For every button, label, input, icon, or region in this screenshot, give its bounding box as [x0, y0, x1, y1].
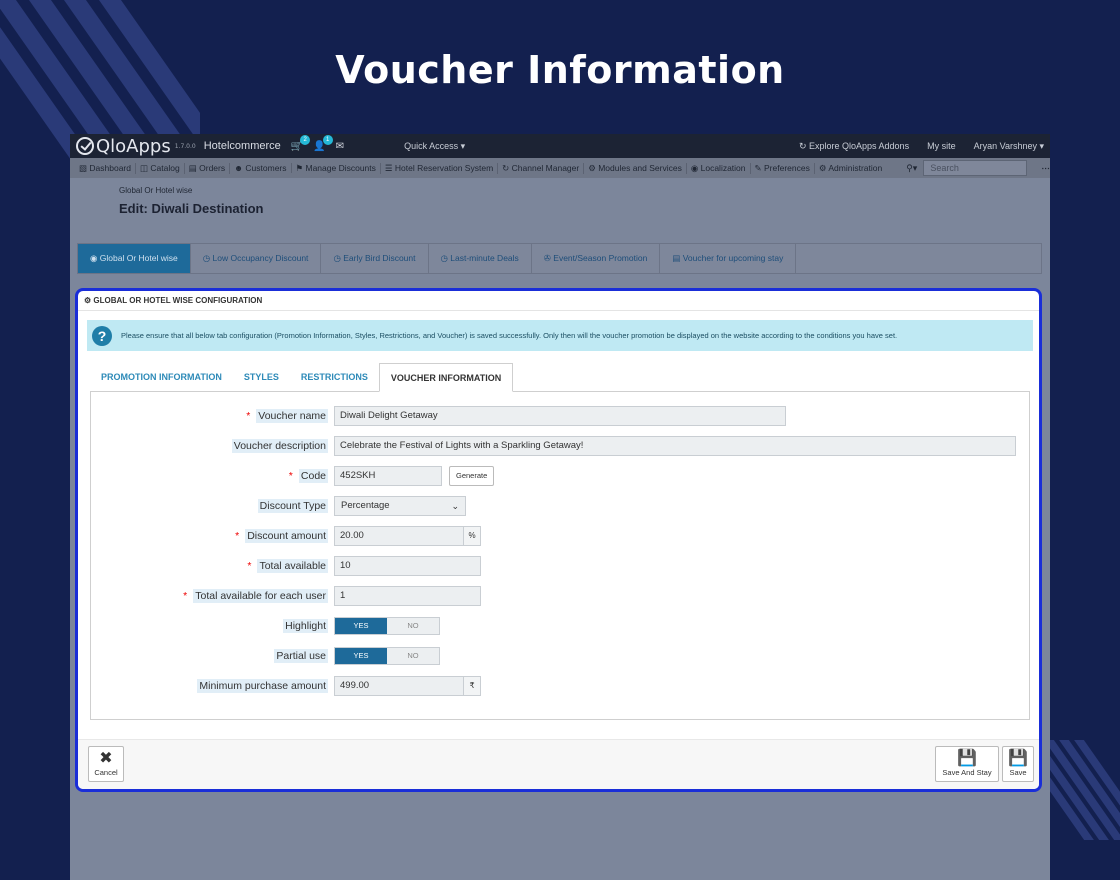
highlight-yes[interactable]: YES [335, 618, 387, 634]
config-subtabs: PROMOTION INFORMATION STYLES RESTRICTION… [90, 363, 1030, 392]
nav-modules[interactable]: ⚙ Modules and Services [584, 162, 687, 174]
panel-footer: ✖ Cancel 💾 Save And Stay 💾 Save [78, 739, 1039, 789]
breadcrumb[interactable]: Global Or Hotel wise [119, 186, 1050, 195]
floppy-disk-icon: 💾 [1008, 750, 1028, 767]
main-nav: ▧ Dashboard ◫ Catalog ▤ Orders ☻ Custome… [70, 158, 1050, 178]
min-purchase-input[interactable]: 499.00 [334, 676, 464, 696]
total-per-user-label: * Total available for each user [183, 589, 328, 603]
code-label: * Code [288, 469, 328, 483]
discount-amount-label: * Discount amount [235, 529, 328, 543]
tab-event-season[interactable]: ✇ Event/Season Promotion [532, 244, 661, 273]
nav-customers[interactable]: ☻ Customers [230, 163, 292, 173]
question-icon: ? [92, 325, 112, 346]
nav-preferences[interactable]: ✎ Preferences [751, 162, 815, 174]
tab-global-or-hotel-wise[interactable]: ◉ Global Or Hotel wise [78, 244, 191, 273]
chevron-down-icon: ⌄ [451, 501, 459, 511]
subtab-styles[interactable]: STYLES [233, 363, 290, 391]
highlight-no[interactable]: NO [387, 618, 439, 634]
nav-manage-discounts[interactable]: ⚑ Manage Discounts [292, 162, 381, 174]
generate-button[interactable]: Generate [449, 466, 495, 486]
rupee-addon: ₹ [463, 676, 481, 696]
save-button[interactable]: 💾 Save [1002, 746, 1034, 782]
min-purchase-label: Minimum purchase amount [197, 679, 328, 693]
nav-search: ⚲▾ Search [900, 160, 1028, 176]
discount-type-label: Discount Type [257, 499, 328, 513]
code-input[interactable]: 452SKH [334, 466, 442, 486]
cancel-button[interactable]: ✖ Cancel [88, 746, 124, 782]
voucher-form: * Voucher name Diwali Delight Getaway Vou… [90, 392, 1030, 720]
decorative-stripes [1040, 740, 1120, 840]
shop-name[interactable]: Hotelcommerce [204, 140, 281, 152]
total-available-label: * Total available [247, 559, 328, 573]
nav-channel-manager[interactable]: ↻ Channel Manager [498, 162, 585, 174]
discount-type-select[interactable]: Percentage ⌄ [334, 496, 466, 516]
user-menu[interactable]: Aryan Varshney ▾ [974, 141, 1044, 152]
edit-title: Edit: Diwali Destination [119, 201, 264, 216]
explore-addons-link[interactable]: ↻ Explore QloApps Addons [799, 141, 909, 152]
tab-early-bird[interactable]: ◷ Early Bird Discount [321, 244, 429, 273]
total-available-input[interactable]: 10 [334, 556, 481, 576]
subtab-promotion-information[interactable]: PROMOTION INFORMATION [90, 363, 233, 391]
save-and-stay-button[interactable]: 💾 Save And Stay [935, 746, 999, 782]
floppy-disk-icon: 💾 [957, 750, 977, 767]
tab-low-occupancy[interactable]: ◷ Low Occupancy Discount [191, 244, 322, 273]
voucher-name-label: * Voucher name [246, 409, 328, 423]
percent-addon: % [463, 526, 481, 546]
logo[interactable]: QloApps 1.7.0.0 [76, 136, 196, 157]
nav-localization[interactable]: ◉ Localization [687, 162, 751, 174]
voucher-name-input[interactable]: Diwali Delight Getaway [334, 406, 786, 426]
partial-use-label: Partial use [274, 649, 328, 663]
info-alert: ? Please ensure that all below tab confi… [87, 320, 1033, 351]
tab-voucher-upcoming[interactable]: ▤ Voucher for upcoming stay [660, 244, 797, 273]
page-header: Global Or Hotel wise Edit: Diwali Destin… [70, 178, 1050, 240]
panel-heading: ⚙ GLOBAL OR HOTEL WISE CONFIGURATION [78, 291, 1039, 311]
nav-dashboard[interactable]: ▧ Dashboard [75, 162, 136, 174]
nav-orders[interactable]: ▤ Orders [185, 162, 231, 174]
partial-use-yes[interactable]: YES [335, 648, 387, 664]
voucher-description-label: Voucher description [231, 439, 328, 453]
discount-amount-input[interactable]: 20.00 [334, 526, 464, 546]
qloapps-logo-icon [76, 137, 94, 155]
search-input[interactable]: Search [923, 160, 1028, 176]
config-panel: ⚙ GLOBAL OR HOTEL WISE CONFIGURATION ? P… [75, 288, 1042, 792]
my-site-link[interactable]: My site [927, 141, 956, 152]
app-screenshot: QloApps 1.7.0.0 Hotelcommerce 🛒 2 👤 1 ✉ Qu… [70, 134, 1050, 880]
user-icon[interactable]: 👤 1 [313, 134, 333, 152]
top-bar: QloApps 1.7.0.0 Hotelcommerce 🛒 2 👤 1 ✉ Qu… [70, 134, 1050, 158]
voucher-description-input[interactable]: Celebrate the Festival of Lights with a … [334, 436, 1016, 456]
nav-catalog[interactable]: ◫ Catalog [136, 162, 185, 174]
search-icon[interactable]: ⚲▾ [900, 163, 923, 174]
subtab-voucher-information[interactable]: VOUCHER INFORMATION [378, 363, 514, 392]
nav-administration[interactable]: ⚙ Administration [815, 163, 886, 174]
highlight-label: Highlight [283, 619, 328, 633]
promotion-tabs: ◉ Global Or Hotel wise ◷ Low Occupancy D… [77, 243, 1042, 274]
partial-use-no[interactable]: NO [387, 648, 439, 664]
more-icon[interactable]: ⋯ [1041, 163, 1050, 174]
quick-access-dropdown[interactable]: Quick Access ▾ [404, 141, 465, 152]
nav-hotel-reservation[interactable]: ☰ Hotel Reservation System [381, 162, 499, 174]
page-title: Voucher Information [335, 48, 785, 92]
tab-last-minute[interactable]: ◷ Last-minute Deals [429, 244, 532, 273]
close-icon: ✖ [99, 750, 113, 767]
subtab-restrictions[interactable]: RESTRICTIONS [290, 363, 379, 391]
highlight-toggle[interactable]: YES NO [334, 617, 440, 635]
cart-icon[interactable]: 🛒 2 [291, 134, 311, 152]
envelope-icon[interactable]: ✉ [336, 141, 344, 152]
partial-use-toggle[interactable]: YES NO [334, 647, 440, 665]
total-per-user-input[interactable]: 1 [334, 586, 481, 606]
